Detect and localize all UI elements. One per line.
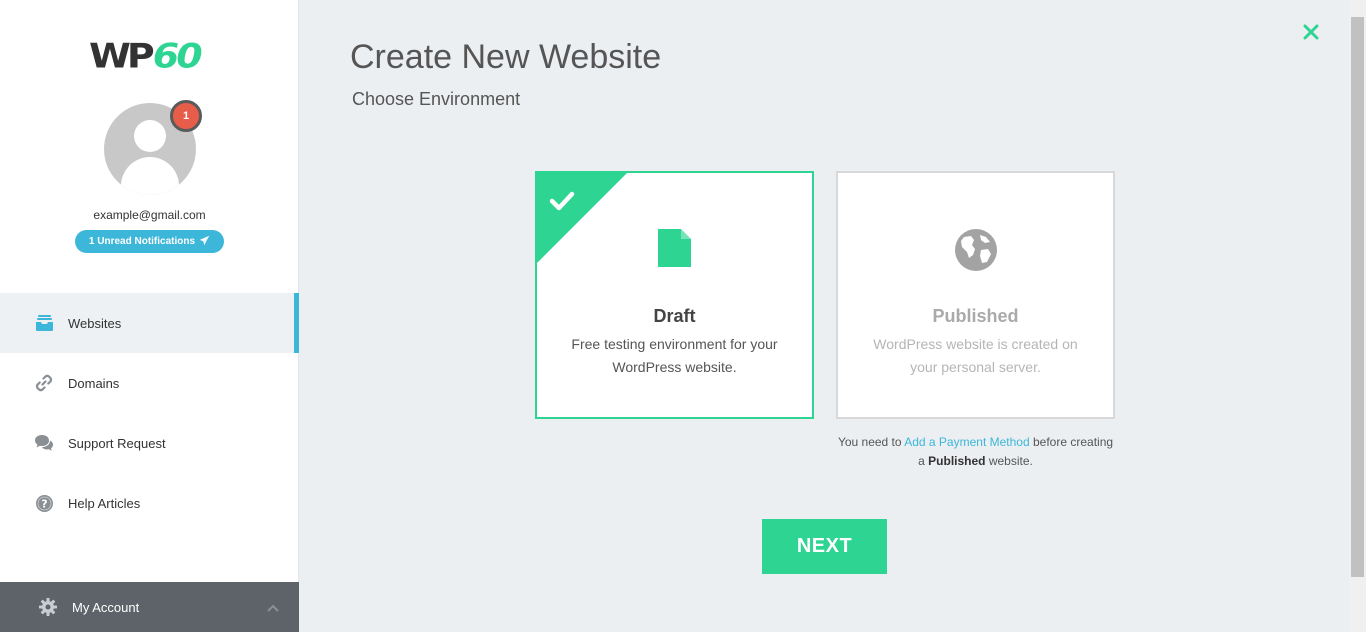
svg-text:?: ? [41,497,47,510]
option-title: Draft [653,306,696,326]
unread-notifications-label: 1 Unread Notifications [88,236,196,247]
vertical-scrollbar[interactable] [1349,0,1366,632]
scrollbar-thumb[interactable] [1351,17,1364,577]
add-payment-method-link[interactable]: Add a Payment Method [904,435,1029,449]
option-description: Free testing environment for your WordPr… [571,336,778,375]
sidebar-item-websites[interactable]: Websites [0,293,299,353]
next-button[interactable]: NEXT [762,519,887,574]
environment-option-published[interactable]: Published WordPress website is created o… [836,171,1115,419]
note-text: You need to [837,435,905,449]
my-account-label: My Account [72,599,140,615]
paper-plane-icon [199,235,210,249]
sidebar-item-label: Help Articles [68,495,141,511]
payment-method-note: You need to Add a Payment Method before … [836,433,1115,471]
page-title: Create New Website [350,38,662,76]
sidebar-item-help-articles[interactable]: ? Help Articles [0,473,299,533]
notification-count-badge[interactable]: 1 [170,100,202,132]
option-description: WordPress website is created on your per… [873,336,1078,375]
gear-icon [38,597,58,617]
sidebar-item-label: Support Request [68,435,166,451]
user-email: example@gmail.com [93,208,206,222]
logo-60-text: 60 [152,36,203,76]
environment-option-draft[interactable]: Draft Free testing environment for your … [535,171,814,419]
my-account-menu[interactable]: My Account [0,582,299,632]
note-bold-text: Published [928,454,986,468]
option-title: Published [932,306,1019,326]
page-subtitle: Choose Environment [352,89,521,109]
chevron-up-icon [267,600,279,615]
chat-icon [34,433,54,453]
sidebar-nav: Websites Domains Support Request ? Help … [0,293,299,533]
avatar-head [134,120,166,152]
sidebar: WP 60 1 example@gmail.com 1 Unread Notif… [0,0,299,632]
sidebar-item-label: Websites [68,315,122,331]
link-icon [34,373,54,393]
globe-icon [838,228,1113,272]
sidebar-item-label: Domains [68,375,120,391]
logo-wp-text: WP [89,36,155,76]
question-icon: ? [34,493,54,513]
wp60-logo[interactable]: WP 60 [89,36,203,76]
close-icon[interactable] [1301,22,1321,42]
checkmark-icon [549,191,575,216]
unread-notifications-button[interactable]: 1 Unread Notifications [75,230,224,253]
note-text: website. [985,454,1033,468]
sidebar-item-support-request[interactable]: Support Request [0,413,299,473]
sidebar-item-domains[interactable]: Domains [0,353,299,413]
file-icon [537,228,812,268]
avatar-shoulders [121,157,179,195]
inbox-icon [34,313,54,333]
